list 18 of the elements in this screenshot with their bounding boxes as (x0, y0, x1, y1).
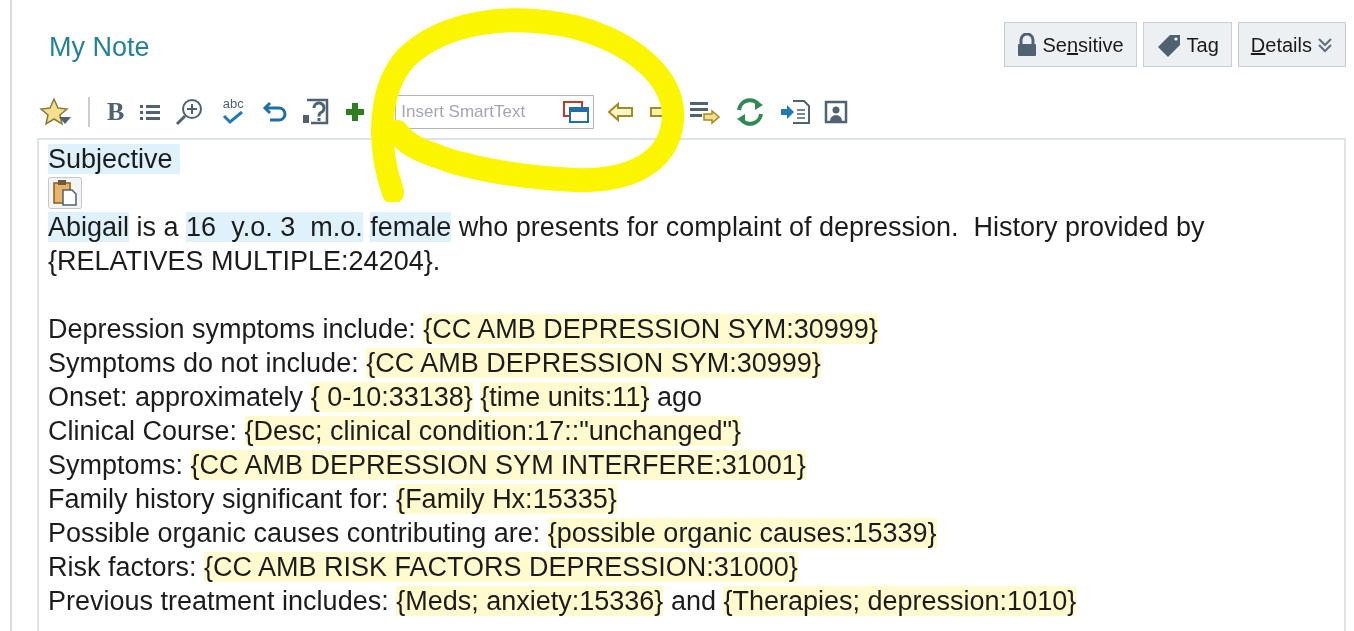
details-button[interactable]: Details (1237, 22, 1346, 67)
sensitive-button[interactable]: Sensitive (1004, 22, 1137, 67)
note-line: Symptoms: {CC AMB DEPRESSION SYM INTERFERE:31001} (48, 449, 806, 482)
note-line: Previous treatment includes: {Meds; anxiety:15336} and {Therapies; depression:1010} (48, 585, 1077, 618)
tag-button[interactable]: Tag (1142, 22, 1232, 67)
spellcheck-button[interactable]: abc (217, 97, 250, 127)
note-line: Risk factors: {CC AMB RISK FACTORS DEPRESSION:31000} (48, 551, 798, 584)
note-line: Clinical Course: {Desc; clinical condition:17::"unchanged"} (48, 415, 742, 448)
note-line: Abigail is a 16 y.o. 3 m.o. female who presents for complaint of depression. History provided by (48, 211, 1205, 244)
smarttext-field[interactable]: Insert SmartText (395, 95, 595, 129)
note-line: Onset: approximately { 0-10:33138} {time units:11} ago (48, 381, 702, 414)
note-line: Symptoms do not include: {CC AMB DEPRESSION SYM:30999} (48, 347, 821, 380)
note-title: My Note (49, 31, 150, 64)
note-line: Family history significant for: {Family Hx:15335} (48, 483, 617, 516)
note-line: {RELATIVES MULTIPLE:24204}. (48, 245, 441, 278)
note-line: Depression symptoms include: {CC AMB DEPRESSION SYM:30999} (48, 313, 878, 346)
note-line: Possible organic causes contributing are: {possible organic causes:15339} (48, 517, 937, 550)
bold-button[interactable]: B (105, 99, 127, 125)
